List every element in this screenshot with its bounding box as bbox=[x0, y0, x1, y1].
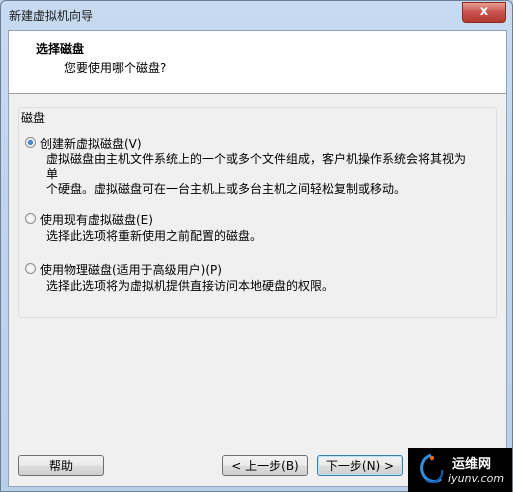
swirl-logo-icon bbox=[420, 453, 444, 484]
option-use-physical-disk-description: 选择此选项将为虚拟机提供直接访问本地硬盘的权限。 bbox=[46, 279, 466, 294]
option-use-physical-disk-label[interactable]: 使用物理磁盘(适用于高级用户)(P) bbox=[40, 261, 222, 278]
page-subtitle: 您要使用哪个磁盘? bbox=[64, 61, 167, 75]
close-button[interactable]: x bbox=[462, 2, 506, 23]
description-line: 选择此选项将为虚拟机提供直接访问本地硬盘的权限。 bbox=[46, 279, 335, 293]
close-icon: x bbox=[479, 4, 489, 19]
wizard-header: 选择磁盘 您要使用哪个磁盘? bbox=[9, 31, 506, 94]
wizard-window: 新建虚拟机向导 x 选择磁盘 您要使用哪个磁盘? 磁盘 创建新虚拟磁盘(V) 虚… bbox=[0, 0, 513, 492]
description-line: 虚拟磁盘由主机文件系统上的一个或多个文件组成，客户机操作系统会将其视为单 bbox=[46, 152, 467, 181]
description-line: 个硬盘。虚拟磁盘可在一台主机上或多台主机之间轻松复制或移动。 bbox=[46, 182, 407, 196]
watermark-url: iyunv.com bbox=[448, 472, 505, 485]
option-use-existing-disk-description: 选择此选项将重新使用之前配置的磁盘。 bbox=[46, 229, 466, 244]
radio-use-existing-disk[interactable] bbox=[25, 213, 36, 224]
option-use-existing-disk-label[interactable]: 使用现有虚拟磁盘(E) bbox=[40, 211, 153, 228]
option-create-new-disk-label[interactable]: 创建新虚拟磁盘(V) bbox=[40, 135, 142, 152]
title-bar[interactable]: 新建虚拟机向导 x bbox=[1, 1, 512, 29]
watermark-name: 运维网 bbox=[452, 457, 492, 472]
description-line: 选择此选项将重新使用之前配置的磁盘。 bbox=[46, 229, 263, 243]
wizard-body: 选择磁盘 您要使用哪个磁盘? 磁盘 创建新虚拟磁盘(V) 虚拟磁盘由主机文件系统… bbox=[8, 30, 507, 487]
radio-create-new-disk[interactable] bbox=[25, 137, 36, 148]
back-button[interactable]: < 上一步(B) bbox=[222, 455, 308, 476]
next-button[interactable]: 下一步(N) > bbox=[317, 455, 403, 476]
window-title: 新建虚拟机向导 bbox=[9, 9, 94, 23]
page-title: 选择磁盘 bbox=[36, 42, 85, 56]
site-watermark: 运维网 iyunv.com bbox=[408, 448, 512, 492]
disk-group-label: 磁盘 bbox=[20, 109, 47, 126]
help-button[interactable]: 帮助 bbox=[18, 455, 104, 476]
option-create-new-disk-description: 虚拟磁盘由主机文件系统上的一个或多个文件组成，客户机操作系统会将其视为单 个硬盘… bbox=[46, 152, 466, 197]
radio-use-physical-disk[interactable] bbox=[25, 263, 36, 274]
